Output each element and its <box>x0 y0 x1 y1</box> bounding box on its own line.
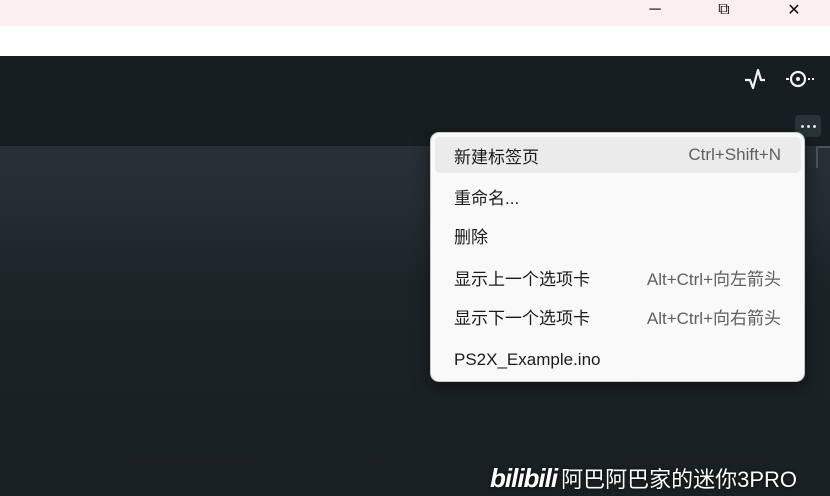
menu-item-open-file[interactable]: PS2X_Example.ino <box>435 342 801 378</box>
menu-item-label: 显示下一个选项卡 <box>454 308 590 328</box>
menu-item-delete[interactable]: 删除 <box>435 217 801 253</box>
minimize-button[interactable]: ─ <box>633 0 677 20</box>
menu-item-label: 显示上一个选项卡 <box>454 269 590 289</box>
watermark-text: 阿巴阿巴家的迷你3PRO <box>561 467 798 492</box>
menu-item-new-tab[interactable]: 新建标签页 Ctrl+Shift+N <box>435 137 801 173</box>
pulse-icon[interactable] <box>744 68 766 90</box>
menu-item-label: 重命名... <box>454 188 520 208</box>
menu-item-next-tab[interactable]: 显示下一个选项卡 Alt+Ctrl+向右箭头 <box>435 298 801 334</box>
serial-monitor-icon[interactable] <box>784 68 816 90</box>
close-icon: ✕ <box>787 2 801 19</box>
watermark: bilibili 阿巴阿巴家的迷你3PRO <box>490 462 797 494</box>
scrollbar-edge <box>816 146 830 168</box>
menu-item-label: 删除 <box>454 227 488 247</box>
minimize-icon: ─ <box>649 1 661 18</box>
tab-context-menu: 新建标签页 Ctrl+Shift+N 重命名... 删除 显示上一个选项卡 Al… <box>430 132 805 382</box>
bilibili-logo: bilibili <box>490 462 558 493</box>
window-title-bar: ─ ⧉ ✕ <box>0 0 830 26</box>
menu-item-shortcut: Alt+Ctrl+向左箭头 <box>646 269 781 289</box>
menu-item-label: 新建标签页 <box>454 147 539 167</box>
menu-item-shortcut: Alt+Ctrl+向右箭头 <box>646 308 781 328</box>
close-window-button[interactable]: ✕ <box>772 0 816 20</box>
restore-button[interactable]: ⧉ <box>702 0 746 20</box>
menu-item-previous-tab[interactable]: 显示上一个选项卡 Alt+Ctrl+向左箭头 <box>435 259 801 295</box>
menu-bar <box>0 26 830 56</box>
restore-icon: ⧉ <box>718 1 730 18</box>
menu-item-shortcut: Ctrl+Shift+N <box>688 145 781 164</box>
menu-item-label: PS2X_Example.ino <box>454 350 601 369</box>
more-icon <box>800 124 804 128</box>
menu-item-rename[interactable]: 重命名... <box>435 178 801 214</box>
